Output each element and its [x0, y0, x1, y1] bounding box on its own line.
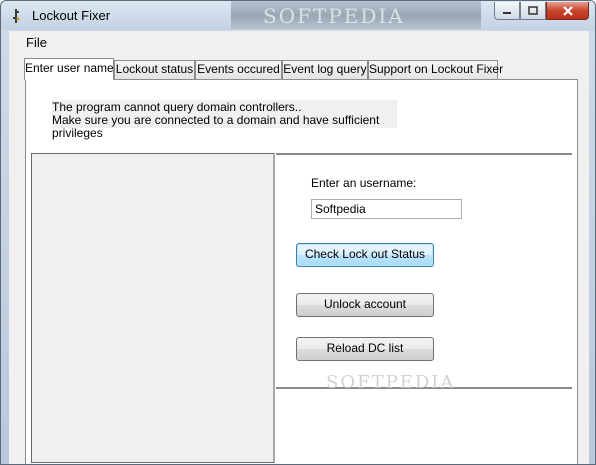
- app-icon: [13, 9, 20, 23]
- domain-controller-list[interactable]: [31, 153, 275, 463]
- username-input[interactable]: [311, 199, 462, 219]
- title-bar[interactable]: SOFTPEDIA Lockout Fixer: [1, 1, 595, 30]
- content-watermark: SOFTPEDIA: [326, 372, 456, 393]
- maximize-icon: [528, 6, 538, 15]
- status-message-line-2: Make sure you are connected to a domain …: [52, 113, 380, 140]
- window-controls: [494, 2, 589, 20]
- minimize-icon: [503, 11, 511, 14]
- titlebar-watermark: SOFTPEDIA: [263, 4, 405, 28]
- check-lockout-status-button[interactable]: Check Lock out Status: [296, 243, 434, 267]
- tab-enter-user-name[interactable]: Enter user name: [24, 58, 114, 80]
- maximize-button[interactable]: [520, 2, 546, 20]
- tab-panel-enter-user-name: The program cannot query domain controll…: [25, 79, 578, 464]
- unlock-account-button[interactable]: Unlock account: [296, 293, 434, 317]
- client-area: File Enter user name Lockout status Even…: [9, 31, 589, 464]
- menu-bar: File: [9, 31, 589, 53]
- menu-file[interactable]: File: [26, 35, 47, 50]
- app-window: SOFTPEDIA Lockout Fixer File Enter user …: [0, 0, 596, 465]
- result-panel: [276, 387, 572, 463]
- tab-support[interactable]: Support on Lockout Fixer: [368, 60, 503, 79]
- username-form-panel: Enter an username: Check Lock out Status…: [276, 153, 572, 387]
- status-message: The program cannot query domain controll…: [52, 100, 397, 140]
- tab-lockout-status[interactable]: Lockout status: [114, 60, 195, 79]
- close-button[interactable]: [546, 2, 589, 20]
- reload-dc-list-button[interactable]: Reload DC list: [296, 337, 434, 361]
- username-label: Enter an username:: [311, 176, 417, 190]
- minimize-button[interactable]: [494, 2, 520, 20]
- close-icon: [562, 5, 573, 16]
- tab-events-occured[interactable]: Events occured: [195, 60, 282, 79]
- window-title: Lockout Fixer: [32, 8, 111, 23]
- tab-event-log-query[interactable]: Event log query: [282, 60, 368, 79]
